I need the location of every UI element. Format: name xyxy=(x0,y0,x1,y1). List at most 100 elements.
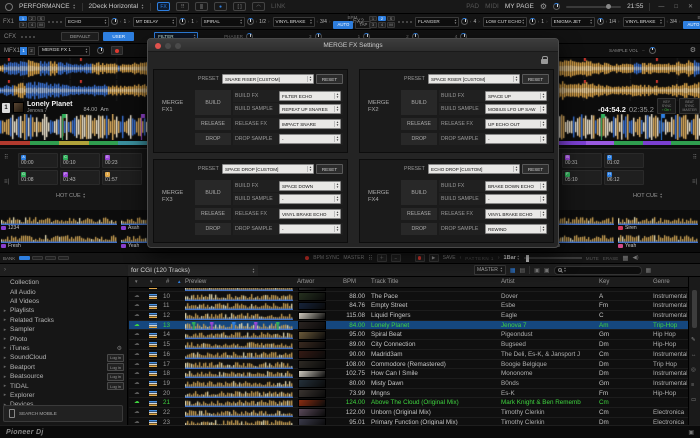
drop-sample-select[interactable]: - xyxy=(485,134,547,144)
col-key[interactable]: Key xyxy=(599,279,609,285)
browser-panel-icon[interactable]: [ ] xyxy=(233,2,246,11)
next-arrow[interactable]: › xyxy=(618,19,620,24)
deck2-hotcue-2[interactable]: D01:02 xyxy=(604,153,644,168)
grid-view-icon[interactable]: ▦ xyxy=(510,267,516,274)
fx2-slot-1-select[interactable]: FLANGER xyxy=(415,17,459,27)
bar-length-select[interactable]: 1Bar xyxy=(504,255,520,261)
build-sample-select[interactable]: - xyxy=(485,194,547,204)
display-icon[interactable]: ▣ xyxy=(688,429,694,436)
search-input[interactable] xyxy=(554,266,642,275)
fx1-slot-2-knob[interactable] xyxy=(179,18,186,25)
deck1-hotcue-6[interactable]: I01:57 xyxy=(102,170,142,185)
wave-settings-gear-icon[interactable]: ⚙ xyxy=(690,46,696,54)
prev-arrow[interactable]: ‹ xyxy=(470,19,472,24)
rec-panel-icon[interactable]: ● xyxy=(214,2,227,11)
preset-select[interactable]: SPACE RISER [CUSTOM] xyxy=(428,74,520,84)
fx1-assign-3[interactable]: 3 xyxy=(19,22,27,28)
release-fx-select[interactable]: VINYL BRAKE ECHO xyxy=(279,209,341,219)
search-mobile-button[interactable]: SEARCH MOBILE xyxy=(3,405,123,422)
drop-sample-select[interactable]: - xyxy=(279,224,341,234)
sidebar-item-all-videos[interactable]: All Videos xyxy=(0,297,128,306)
close-traffic-button[interactable] xyxy=(155,43,161,49)
build-fx-select[interactable]: FILTER ECHO xyxy=(279,91,341,101)
preset-select[interactable]: SNARE RISER [CUSTOM] xyxy=(222,74,314,84)
seq-master-button[interactable]: MASTER xyxy=(343,255,364,261)
seq-add-button[interactable]: ＋ xyxy=(377,254,387,262)
fx1-assign-M[interactable]: M xyxy=(37,22,45,28)
build-sample-select[interactable]: MOBIUS LFO UP SAW xyxy=(485,104,547,114)
sidebar-item-playlists[interactable]: ▸Playlists xyxy=(0,306,128,315)
case-a-icon[interactable]: ▣ xyxy=(534,267,540,274)
next-arrow[interactable]: › xyxy=(196,19,198,24)
playlist-title-box[interactable]: for CGI (120 Tracks) xyxy=(128,265,258,276)
preview-waveform[interactable] xyxy=(185,288,293,291)
sort-asc-icon[interactable]: ▲ xyxy=(177,279,181,284)
login-button[interactable]: Log in xyxy=(107,363,124,371)
sidebar-item-all-audio[interactable]: All Audio xyxy=(0,287,128,296)
pattern-prev-arrow[interactable]: ‹ xyxy=(460,255,462,261)
deck1-hotcue-2[interactable]: C00:10 xyxy=(60,153,100,168)
seq-play-button[interactable]: ▶ xyxy=(429,254,439,262)
sidebar-collapse-arrow[interactable]: › xyxy=(4,267,6,273)
reset-button[interactable]: RESET xyxy=(316,164,343,174)
next-arrow[interactable]: › xyxy=(128,19,130,24)
fx1-slot-3-select[interactable]: SPIRAL xyxy=(201,17,245,27)
next-arrow[interactable]: › xyxy=(268,19,270,24)
fx1-assign-1[interactable]: 1 xyxy=(19,16,27,22)
cap-panel-icon[interactable]: ◠ xyxy=(252,2,265,11)
fx2-assign-S[interactable]: S xyxy=(387,16,395,22)
filter-icon[interactable]: ▼ xyxy=(134,279,138,284)
pattern-next-arrow[interactable]: › xyxy=(498,255,500,261)
table-row[interactable]: ☁1088.00The PaceDoverAInstrumental xyxy=(129,292,688,302)
sampler-slot-1[interactable]: 1234 xyxy=(1,216,117,233)
my-page-button[interactable]: MY PAGE xyxy=(505,3,534,10)
preview-waveform[interactable] xyxy=(185,409,293,417)
preview-waveform[interactable] xyxy=(185,390,293,398)
sidebar-item-beatport[interactable]: ▸BeatportLog in xyxy=(0,363,128,372)
table-row[interactable]: ☁1589.00City ConnectionBugseedDmHip-Hop xyxy=(129,340,688,350)
sampler-slot-6[interactable]: Siren xyxy=(618,216,698,233)
login-button[interactable]: Log in xyxy=(107,373,124,381)
preview-waveform[interactable] xyxy=(185,331,293,339)
mfx-knob[interactable] xyxy=(97,47,104,54)
sidebar-item-soundcloud[interactable]: ▸SoundCloudLog in xyxy=(0,353,128,362)
fx1-assign-S[interactable]: S xyxy=(37,16,45,22)
release-fx-select[interactable]: VINYL BRAKE ECHO xyxy=(485,209,547,219)
seq-record-button[interactable] xyxy=(415,254,425,262)
deck1-hotcue-5[interactable]: P01:43 xyxy=(60,170,100,185)
fx2-assign-4[interactable]: 4 xyxy=(378,22,386,28)
fx2-assign-2[interactable]: 2 xyxy=(378,16,386,22)
preset-select[interactable]: ECHO DROP [CUSTOM] xyxy=(428,164,520,174)
key-sync-button[interactable]: KEY SYNC‹ On › xyxy=(657,98,676,114)
deck2-beat-waveform[interactable] xyxy=(557,114,700,140)
pad-grid-icon[interactable]: ⠿ xyxy=(4,154,8,161)
sidebar-item-beatsource[interactable]: ▸BeatsourceLog in xyxy=(0,372,128,381)
seq-remove-button[interactable]: − xyxy=(391,254,401,262)
mixer-strip-icon[interactable]: ≡| xyxy=(4,179,9,185)
sidebar-item-explorer[interactable]: ▸Explorer xyxy=(0,391,128,400)
fx2-slot-3-knob[interactable] xyxy=(597,18,604,25)
preview-waveform[interactable] xyxy=(185,370,293,378)
table-row[interactable]: ☁1384.00Lonely PlanetJenova 7AmTrip-Hop xyxy=(129,321,688,331)
fx1-slot-3-knob[interactable] xyxy=(247,18,254,25)
fx-panel-icon[interactable]: FX xyxy=(157,2,170,11)
filter-icon[interactable]: ▼ xyxy=(149,279,153,284)
master-volume-knob[interactable] xyxy=(553,3,560,10)
fx2-slot-3-select[interactable]: ENIGMA JET xyxy=(551,17,595,27)
settings-gear-icon[interactable]: ⚙ xyxy=(540,2,547,11)
midi-button[interactable]: MIDI xyxy=(485,3,499,10)
table-row[interactable]: ☁1184.76Empty StreetEsbeFmInstrumental xyxy=(129,301,688,311)
browser-panel-toggle-icon[interactable]: ▦ xyxy=(646,267,652,274)
deck2-hotcue-3[interactable]: F05:10 xyxy=(562,170,602,185)
fx1-slot-2-select[interactable]: MT DELAY xyxy=(133,17,177,27)
bank-2-button[interactable] xyxy=(32,256,43,261)
cfx-default-button[interactable]: DEFAULT xyxy=(61,32,99,41)
fx2-assign-1[interactable]: 1 xyxy=(369,16,377,22)
preview-waveform[interactable] xyxy=(185,341,293,349)
pads-panel-icon[interactable]: ⠿ xyxy=(176,2,189,11)
col-bpm[interactable]: BPM xyxy=(343,279,356,285)
bank-3-button[interactable] xyxy=(45,256,56,261)
prev-arrow[interactable]: ‹ xyxy=(538,19,540,24)
sampler-slot-8[interactable]: Yeah xyxy=(618,234,698,251)
fx1-assign-2[interactable]: 2 xyxy=(28,16,36,22)
